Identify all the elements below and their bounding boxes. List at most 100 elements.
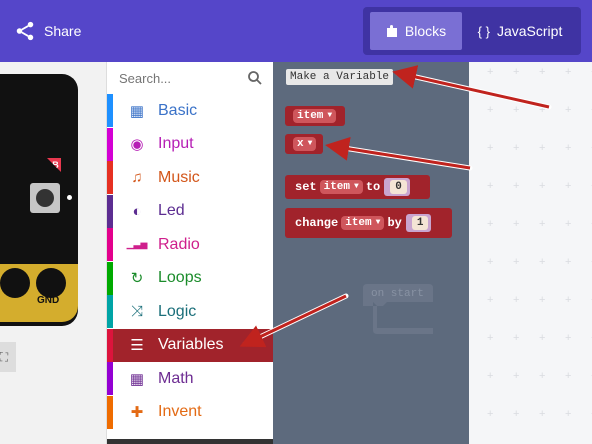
category-invent[interactable]: ✚ Invent: [107, 395, 274, 429]
category-label: Input: [158, 135, 194, 152]
number-slot: 0: [384, 178, 410, 196]
grid-mark: +: [565, 370, 572, 382]
grid-mark: +: [487, 294, 494, 306]
grid-mark: +: [513, 370, 520, 382]
grid-mark: +: [487, 332, 494, 344]
grid-mark: +: [565, 180, 572, 192]
variable-dropdown[interactable]: item ▼: [319, 180, 363, 194]
grid-mark: +: [565, 256, 572, 268]
category-input[interactable]: ◉ Input: [107, 127, 274, 161]
grid-mark: +: [487, 142, 494, 154]
pin-hole[interactable]: [36, 268, 66, 298]
blocks-workspace[interactable]: + + + + + + + + + + + + + + + + + + + + + + + + + + + + + + + + + + + + + + + +…: [469, 62, 592, 444]
change-keyword: change: [295, 216, 339, 230]
variable-name: item: [345, 217, 372, 229]
on-start-label: on start: [371, 288, 424, 300]
grid-mark: +: [539, 180, 546, 192]
grid-mark: +: [539, 66, 546, 78]
variable-dropdown[interactable]: item ▼: [341, 216, 385, 230]
search-icon[interactable]: [247, 70, 263, 86]
grid-mark: +: [487, 408, 494, 420]
signal-icon: ▁▃▅: [126, 239, 148, 249]
variable-dropdown[interactable]: item ▼: [293, 109, 337, 123]
set-keyword: set: [295, 180, 317, 194]
number-slot: 1: [405, 214, 432, 232]
category-led[interactable]: ◐ Led: [107, 194, 274, 228]
top-header: Share Blocks { } JavaScript: [0, 0, 592, 62]
set-variable-block[interactable]: set item ▼ to 0: [285, 175, 430, 199]
grid-mark: +: [565, 218, 572, 230]
pin-hole[interactable]: [0, 268, 30, 298]
target-icon: ◉: [130, 136, 144, 153]
category-label: Variables: [158, 336, 224, 353]
tab-blocks-label: Blocks: [404, 23, 447, 39]
grid-mark: +: [565, 104, 572, 116]
headphones-icon: ♫: [131, 169, 143, 186]
tab-blocks[interactable]: Blocks: [370, 12, 462, 50]
variable-name: x: [297, 138, 304, 150]
shuffle-icon: ⤨: [130, 303, 143, 320]
simulator-panel: B GND ⛶: [0, 62, 107, 444]
grid-mark: +: [513, 256, 520, 268]
change-variable-block[interactable]: change item ▼ by 1: [285, 208, 452, 238]
make-variable-button[interactable]: Make a Variable: [286, 69, 393, 85]
grid-mark: +: [539, 142, 546, 154]
variable-x-block[interactable]: x ▼: [285, 134, 323, 154]
button-b[interactable]: [30, 183, 60, 213]
grid-mark: +: [539, 370, 546, 382]
toolbox-scrollbar[interactable]: [107, 439, 274, 444]
grid-mark: +: [565, 408, 572, 420]
variable-item-block[interactable]: item ▼: [285, 106, 345, 126]
tab-javascript-label: JavaScript: [496, 23, 563, 39]
category-math[interactable]: ▦ Math: [107, 362, 274, 395]
category-logic[interactable]: ⤨ Logic: [107, 295, 274, 328]
grid-mark: +: [513, 66, 520, 78]
chevron-down-icon: ▼: [375, 218, 381, 227]
grid-mark: +: [513, 332, 520, 344]
to-keyword: to: [365, 180, 381, 194]
grid-mark: +: [487, 180, 494, 192]
refresh-icon: ↻: [130, 270, 144, 287]
grid-mark: +: [565, 332, 572, 344]
grid-mark: +: [539, 256, 546, 268]
category-label: Math: [158, 369, 194, 387]
grid-mark: +: [539, 332, 546, 344]
grid-icon: ▦: [129, 102, 145, 120]
grid-mark: +: [513, 142, 520, 154]
fullscreen-button[interactable]: ⛶: [0, 342, 16, 372]
grid-mark: +: [539, 104, 546, 116]
category-label: Music: [158, 168, 200, 186]
share-button[interactable]: Share: [14, 18, 81, 44]
variable-name: item: [323, 181, 351, 193]
number-input[interactable]: 1: [411, 216, 429, 230]
grid-mark: +: [487, 218, 494, 230]
toolbox: ▦ Basic ◉ Input ♫ Music ◐ Led ▁▃▅ Radio ↻ Loops ⤨ Log…: [106, 62, 274, 444]
on-start-block[interactable]: on start: [363, 284, 433, 334]
category-label: Led: [158, 202, 185, 219]
category-loops[interactable]: ↻ Loops: [107, 261, 274, 295]
grid-mark: +: [513, 408, 520, 420]
grid-mark: +: [565, 294, 572, 306]
category-label: Loops: [158, 269, 202, 286]
tab-javascript[interactable]: { } JavaScript: [464, 12, 576, 50]
grid-mark: +: [513, 218, 520, 230]
share-label: Share: [44, 23, 82, 39]
chevron-down-icon: ▼: [307, 139, 313, 148]
fullscreen-icon: ⛶: [0, 349, 9, 364]
editor-toggle: Blocks { } JavaScript: [363, 7, 581, 55]
category-variables[interactable]: ☰ Variables: [107, 328, 274, 362]
braces-icon: { }: [477, 23, 490, 39]
category-label: Radio: [158, 235, 200, 253]
variable-dropdown[interactable]: x ▼: [293, 137, 317, 151]
grid-mark: +: [565, 142, 572, 154]
number-input[interactable]: 0: [390, 180, 407, 194]
category-music[interactable]: ♫ Music: [107, 161, 274, 194]
grid-mark: +: [487, 66, 494, 78]
gnd-pin-label: GND: [37, 295, 60, 306]
by-keyword: by: [387, 216, 402, 230]
puzzle-icon: [386, 24, 397, 37]
grid-mark: +: [539, 408, 546, 420]
category-radio[interactable]: ▁▃▅ Radio: [107, 228, 274, 261]
variable-name: item: [297, 110, 324, 122]
category-basic[interactable]: ▦ Basic: [107, 94, 274, 127]
